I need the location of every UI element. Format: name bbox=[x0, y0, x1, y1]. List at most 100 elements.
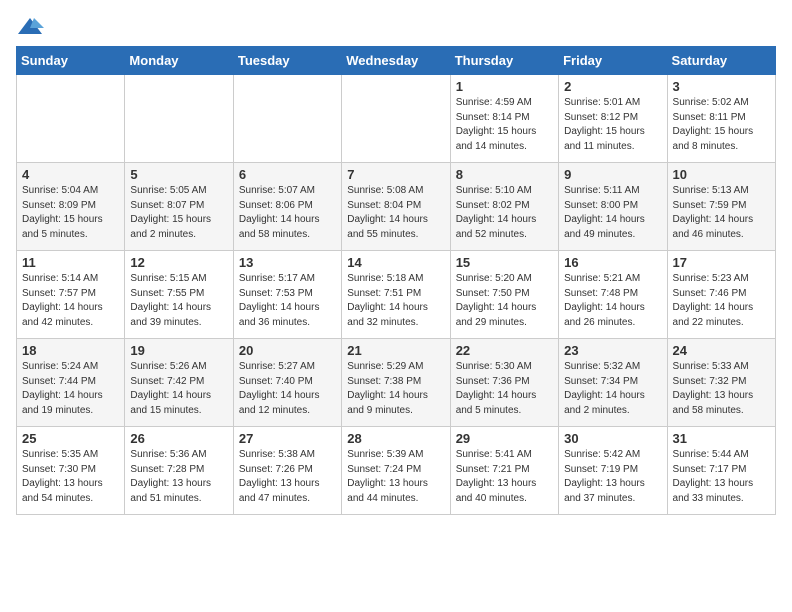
calendar-cell: 25 Sunrise: 5:35 AM Sunset: 7:30 PM Dayli… bbox=[17, 427, 125, 515]
calendar-week-4: 18 Sunrise: 5:24 AM Sunset: 7:44 PM Dayli… bbox=[17, 339, 776, 427]
day-info: Sunrise: 5:17 AM Sunset: 7:53 PM Dayligh… bbox=[239, 272, 336, 330]
calendar-cell: 15 Sunrise: 5:20 AM Sunset: 7:50 PM Dayli… bbox=[450, 251, 558, 339]
calendar-cell: 19 Sunrise: 5:26 AM Sunset: 7:42 PM Dayli… bbox=[125, 339, 233, 427]
day-number: 6 bbox=[239, 167, 336, 182]
calendar-cell: 5 Sunrise: 5:05 AM Sunset: 8:07 PM Daylig… bbox=[125, 163, 233, 251]
day-info: Sunrise: 5:26 AM Sunset: 7:42 PM Dayligh… bbox=[130, 360, 227, 418]
day-info: Sunrise: 5:15 AM Sunset: 7:55 PM Dayligh… bbox=[130, 272, 227, 330]
day-info: Sunrise: 5:29 AM Sunset: 7:38 PM Dayligh… bbox=[347, 360, 444, 418]
calendar-cell: 7 Sunrise: 5:08 AM Sunset: 8:04 PM Daylig… bbox=[342, 163, 450, 251]
day-info: Sunrise: 5:08 AM Sunset: 8:04 PM Dayligh… bbox=[347, 184, 444, 242]
day-info: Sunrise: 5:30 AM Sunset: 7:36 PM Dayligh… bbox=[456, 360, 553, 418]
day-number: 4 bbox=[22, 167, 119, 182]
weekday-header-wednesday: Wednesday bbox=[342, 47, 450, 75]
day-info: Sunrise: 5:41 AM Sunset: 7:21 PM Dayligh… bbox=[456, 448, 553, 506]
calendar-table: SundayMondayTuesdayWednesdayThursdayFrid… bbox=[16, 46, 776, 515]
calendar-cell: 22Sunrise: 5:30 AM Sunset: 7:36 PM Dayli… bbox=[450, 339, 558, 427]
day-info: Sunrise: 5:04 AM Sunset: 8:09 PM Dayligh… bbox=[22, 184, 119, 242]
day-info: Sunrise: 5:02 AM Sunset: 8:11 PM Dayligh… bbox=[673, 96, 770, 154]
day-number: 12 bbox=[130, 255, 227, 270]
calendar-cell: 31 Sunrise: 5:44 AM Sunset: 7:17 PM Dayli… bbox=[667, 427, 775, 515]
calendar-cell: 1 Sunrise: 4:59 AM Sunset: 8:14 PM Daylig… bbox=[450, 75, 558, 163]
calendar-cell: 10 Sunrise: 5:13 AM Sunset: 7:59 PM Dayli… bbox=[667, 163, 775, 251]
day-info: Sunrise: 5:35 AM Sunset: 7:30 PM Dayligh… bbox=[22, 448, 119, 506]
day-info: Sunrise: 5:44 AM Sunset: 7:17 PM Dayligh… bbox=[673, 448, 770, 506]
day-number: 10 bbox=[673, 167, 770, 182]
day-info: Sunrise: 4:59 AM Sunset: 8:14 PM Dayligh… bbox=[456, 96, 553, 154]
day-number: 23 bbox=[564, 343, 661, 358]
calendar-cell: 11Sunrise: 5:14 AM Sunset: 7:57 PM Dayli… bbox=[17, 251, 125, 339]
day-info: Sunrise: 5:39 AM Sunset: 7:24 PM Dayligh… bbox=[347, 448, 444, 506]
calendar-week-5: 25 Sunrise: 5:35 AM Sunset: 7:30 PM Dayli… bbox=[17, 427, 776, 515]
day-info: Sunrise: 5:23 AM Sunset: 7:46 PM Dayligh… bbox=[673, 272, 770, 330]
day-number: 19 bbox=[130, 343, 227, 358]
calendar-cell: 12 Sunrise: 5:15 AM Sunset: 7:55 PM Dayli… bbox=[125, 251, 233, 339]
weekday-header-saturday: Saturday bbox=[667, 47, 775, 75]
day-number: 2 bbox=[564, 79, 661, 94]
day-number: 3 bbox=[673, 79, 770, 94]
day-info: Sunrise: 5:13 AM Sunset: 7:59 PM Dayligh… bbox=[673, 184, 770, 242]
calendar-cell: 4 Sunrise: 5:04 AM Sunset: 8:09 PM Daylig… bbox=[17, 163, 125, 251]
day-number: 31 bbox=[673, 431, 770, 446]
calendar-cell: 21 Sunrise: 5:29 AM Sunset: 7:38 PM Dayli… bbox=[342, 339, 450, 427]
logo bbox=[16, 16, 48, 38]
calendar-cell: 6 Sunrise: 5:07 AM Sunset: 8:06 PM Daylig… bbox=[233, 163, 341, 251]
day-number: 17 bbox=[673, 255, 770, 270]
day-number: 15 bbox=[456, 255, 553, 270]
day-number: 25 bbox=[22, 431, 119, 446]
calendar-body: 1 Sunrise: 4:59 AM Sunset: 8:14 PM Daylig… bbox=[17, 75, 776, 515]
calendar-cell: 27Sunrise: 5:38 AM Sunset: 7:26 PM Dayli… bbox=[233, 427, 341, 515]
day-info: Sunrise: 5:27 AM Sunset: 7:40 PM Dayligh… bbox=[239, 360, 336, 418]
calendar-cell: 9 Sunrise: 5:11 AM Sunset: 8:00 PM Daylig… bbox=[559, 163, 667, 251]
calendar-cell: 23 Sunrise: 5:32 AM Sunset: 7:34 PM Dayli… bbox=[559, 339, 667, 427]
calendar-cell: 18 Sunrise: 5:24 AM Sunset: 7:44 PM Dayli… bbox=[17, 339, 125, 427]
calendar-header: SundayMondayTuesdayWednesdayThursdayFrid… bbox=[17, 47, 776, 75]
day-info: Sunrise: 5:33 AM Sunset: 7:32 PM Dayligh… bbox=[673, 360, 770, 418]
day-number: 1 bbox=[456, 79, 553, 94]
calendar-cell: 2 Sunrise: 5:01 AM Sunset: 8:12 PM Daylig… bbox=[559, 75, 667, 163]
calendar-cell: 14 Sunrise: 5:18 AM Sunset: 7:51 PM Dayli… bbox=[342, 251, 450, 339]
calendar-week-3: 11Sunrise: 5:14 AM Sunset: 7:57 PM Dayli… bbox=[17, 251, 776, 339]
day-info: Sunrise: 5:07 AM Sunset: 8:06 PM Dayligh… bbox=[239, 184, 336, 242]
calendar-cell: 20 Sunrise: 5:27 AM Sunset: 7:40 PM Dayli… bbox=[233, 339, 341, 427]
day-info: Sunrise: 5:11 AM Sunset: 8:00 PM Dayligh… bbox=[564, 184, 661, 242]
day-info: Sunrise: 5:36 AM Sunset: 7:28 PM Dayligh… bbox=[130, 448, 227, 506]
calendar-cell bbox=[125, 75, 233, 163]
day-number: 9 bbox=[564, 167, 661, 182]
day-number: 30 bbox=[564, 431, 661, 446]
day-number: 29 bbox=[456, 431, 553, 446]
day-info: Sunrise: 5:01 AM Sunset: 8:12 PM Dayligh… bbox=[564, 96, 661, 154]
day-number: 27 bbox=[239, 431, 336, 446]
day-info: Sunrise: 5:18 AM Sunset: 7:51 PM Dayligh… bbox=[347, 272, 444, 330]
calendar-cell bbox=[342, 75, 450, 163]
calendar-cell: 17 Sunrise: 5:23 AM Sunset: 7:46 PM Dayli… bbox=[667, 251, 775, 339]
day-number: 5 bbox=[130, 167, 227, 182]
day-info: Sunrise: 5:24 AM Sunset: 7:44 PM Dayligh… bbox=[22, 360, 119, 418]
day-number: 16 bbox=[564, 255, 661, 270]
day-number: 8 bbox=[456, 167, 553, 182]
logo-icon bbox=[16, 16, 44, 38]
day-number: 28 bbox=[347, 431, 444, 446]
day-number: 26 bbox=[130, 431, 227, 446]
day-info: Sunrise: 5:05 AM Sunset: 8:07 PM Dayligh… bbox=[130, 184, 227, 242]
day-number: 20 bbox=[239, 343, 336, 358]
day-number: 7 bbox=[347, 167, 444, 182]
calendar-week-1: 1 Sunrise: 4:59 AM Sunset: 8:14 PM Daylig… bbox=[17, 75, 776, 163]
day-info: Sunrise: 5:14 AM Sunset: 7:57 PM Dayligh… bbox=[22, 272, 119, 330]
weekday-header-monday: Monday bbox=[125, 47, 233, 75]
calendar-cell: 24Sunrise: 5:33 AM Sunset: 7:32 PM Dayli… bbox=[667, 339, 775, 427]
calendar-cell: 26 Sunrise: 5:36 AM Sunset: 7:28 PM Dayli… bbox=[125, 427, 233, 515]
calendar-cell: 30 Sunrise: 5:42 AM Sunset: 7:19 PM Dayli… bbox=[559, 427, 667, 515]
day-number: 21 bbox=[347, 343, 444, 358]
day-info: Sunrise: 5:32 AM Sunset: 7:34 PM Dayligh… bbox=[564, 360, 661, 418]
day-number: 13 bbox=[239, 255, 336, 270]
calendar-cell: 13 Sunrise: 5:17 AM Sunset: 7:53 PM Dayli… bbox=[233, 251, 341, 339]
day-info: Sunrise: 5:42 AM Sunset: 7:19 PM Dayligh… bbox=[564, 448, 661, 506]
calendar-cell bbox=[17, 75, 125, 163]
calendar-cell: 3 Sunrise: 5:02 AM Sunset: 8:11 PM Daylig… bbox=[667, 75, 775, 163]
day-info: Sunrise: 5:20 AM Sunset: 7:50 PM Dayligh… bbox=[456, 272, 553, 330]
day-number: 14 bbox=[347, 255, 444, 270]
day-info: Sunrise: 5:10 AM Sunset: 8:02 PM Dayligh… bbox=[456, 184, 553, 242]
day-number: 18 bbox=[22, 343, 119, 358]
day-info: Sunrise: 5:21 AM Sunset: 7:48 PM Dayligh… bbox=[564, 272, 661, 330]
